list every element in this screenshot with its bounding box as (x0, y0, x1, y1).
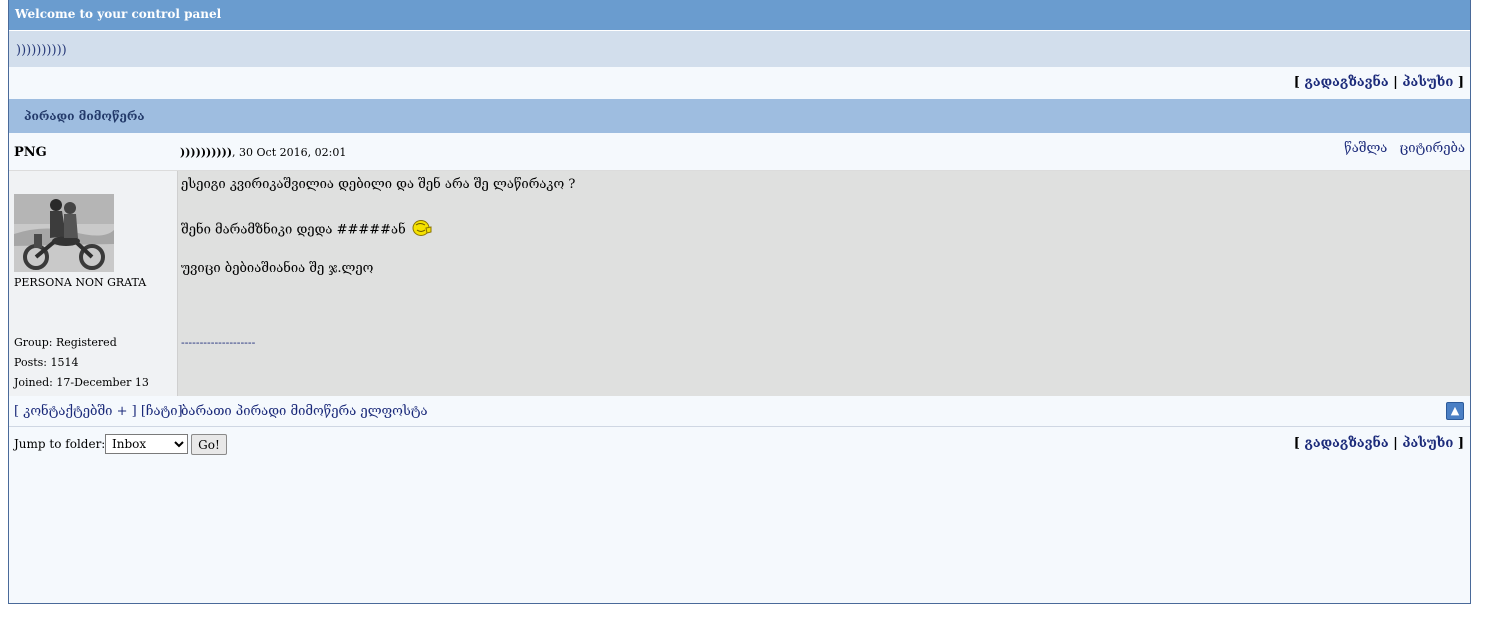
reply-link-top[interactable]: პასუხი (1402, 75, 1453, 90)
post-date: , 30 Oct 2016, 02:01 (232, 146, 347, 159)
post-meta: )))))))))), 30 Oct 2016, 02:01 (180, 146, 346, 159)
go-button[interactable]: Go! (191, 434, 227, 455)
control-panel-header: Welcome to your control panel (9, 0, 1470, 30)
quote-link[interactable]: ციტირება (1399, 141, 1465, 156)
section-title: პირადი მიმოწერა (24, 109, 145, 123)
post-author[interactable]: PNG (14, 145, 47, 160)
member-title: PERSONA NON GRATA (14, 276, 147, 289)
post-content: ესეიგი კვირიკაშვილია დებილი და შენ არა შ… (178, 171, 1470, 396)
chat-link[interactable]: [ჩატი] (141, 404, 183, 419)
post-footer: [ კონტაქტებში + ] [ჩატი] ბარათი პირადი მ… (9, 396, 1470, 427)
section-header: პირადი მიმოწერა (9, 99, 1470, 133)
jump-to-folder-label: Jump to folder: (14, 437, 106, 451)
delete-link[interactable]: წაშლა (1344, 141, 1387, 156)
post-action-links: წაშლა ციტირება (1336, 141, 1465, 156)
post-line-with-emoticon: შენი მარამზნიკი დედა #####ან (181, 219, 432, 241)
top-actions: [ გადაგზავნა | პასუხი ] (1293, 75, 1464, 90)
signature-divider: -------------------- (181, 336, 256, 349)
message-subject-bar: )))))))))) (9, 30, 1470, 67)
forward-link-top[interactable]: გადაგზავნა (1304, 75, 1388, 90)
avatar (14, 194, 114, 272)
post-line: ესეიგი კვირიკაშვილია დებილი და შენ არა შ… (181, 177, 576, 192)
add-contact-link[interactable]: კონტაქტებში + (23, 404, 127, 419)
folder-select[interactable]: Inbox (105, 434, 188, 454)
post-body: PERSONA NON GRATA Group: Registered Post… (9, 171, 1470, 396)
post-line: უვიცი ბებიაშიანია შე ჯ.ლეო (181, 261, 374, 276)
member-joined: Joined: 17-December 13 (14, 376, 149, 389)
profile-pm-email-links[interactable]: ბარათი პირადი მიმოწერა ელფოსტა (181, 404, 428, 419)
author-info-column: PERSONA NON GRATA Group: Registered Post… (9, 171, 178, 396)
bottom-actions: [ გადაგზავნა | პასუხი ] (1293, 436, 1464, 451)
top-actions-row: [ გადაგზავნა | პასუხი ] (9, 67, 1470, 99)
forward-link-bottom[interactable]: გადაგზავნა (1304, 436, 1388, 451)
reply-link-bottom[interactable]: პასუხი (1402, 436, 1453, 451)
jump-bar: Jump to folder: Inbox Go! (9, 427, 1470, 461)
arrow-up-icon[interactable]: ▲ (1446, 402, 1464, 420)
message-subject: )))))))))) (16, 43, 67, 58)
contact-links: [ კონტაქტებში + ] [ჩატი] (14, 404, 183, 419)
post-title-prefix: )))))))))) (180, 146, 233, 159)
smiley-icon (412, 219, 432, 241)
member-posts: Posts: 1514 (14, 356, 79, 369)
member-group: Group: Registered (14, 336, 117, 349)
control-panel-frame: Welcome to your control panel ))))))))))… (8, 0, 1471, 604)
control-panel-title: Welcome to your control panel (15, 7, 222, 21)
post-header: PNG )))))))))), 30 Oct 2016, 02:01 წაშლა… (9, 133, 1470, 171)
